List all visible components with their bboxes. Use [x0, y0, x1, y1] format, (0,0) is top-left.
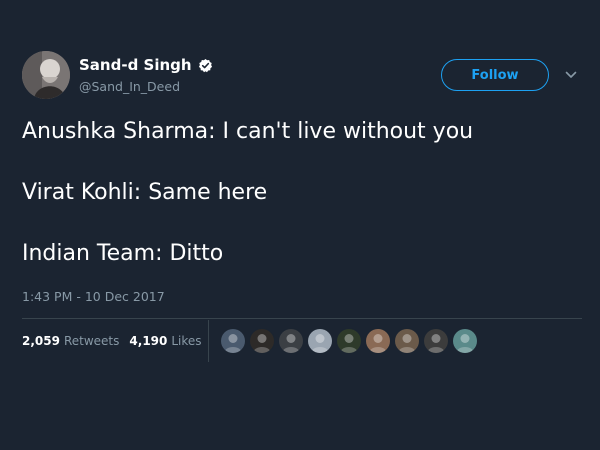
liker-avatar-4[interactable]	[307, 328, 333, 354]
tweet-line-1: Anushka Sharma: I can't live without you	[22, 119, 474, 144]
tweet-line-3: Indian Team: Ditto	[22, 241, 224, 266]
likes-count: 4,190	[129, 334, 168, 348]
follow-button[interactable]: Follow	[441, 59, 549, 91]
liker-avatar-9[interactable]	[452, 328, 478, 354]
retweets-count: 2,059	[22, 334, 60, 348]
retweets-label: Retweets	[63, 334, 120, 348]
liker-avatars	[220, 328, 481, 354]
tweet-timestamp[interactable]: 1:43 PM - 10 Dec 2017	[22, 288, 165, 306]
verified-badge-icon	[198, 58, 213, 73]
likes-label: Likes	[171, 334, 202, 348]
liker-avatar-5[interactable]	[336, 328, 362, 354]
tweet-card: Sand-d Singh @Sand_In_Deed Follow Anushk…	[0, 0, 600, 450]
tweet-text: Anushka Sharma: I can't live without you…	[22, 117, 582, 300]
chevron-down-icon[interactable]	[565, 70, 577, 80]
user-handle[interactable]: @Sand_In_Deed	[79, 78, 180, 96]
liker-avatar-8[interactable]	[423, 328, 449, 354]
liker-avatar-7[interactable]	[394, 328, 420, 354]
tweet-line-2: Virat Kohli: Same here	[22, 180, 268, 205]
avatar[interactable]	[22, 51, 70, 99]
retweets-stat[interactable]: 2,059 Retweets	[22, 332, 119, 350]
stats-vertical-divider	[208, 320, 209, 362]
display-name[interactable]: Sand-d Singh	[79, 55, 192, 75]
liker-avatar-3[interactable]	[278, 328, 304, 354]
liker-avatar-6[interactable]	[365, 328, 391, 354]
liker-avatar-1[interactable]	[220, 328, 246, 354]
tweet-stats: 2,059 Retweets 4,190 Likes	[22, 332, 212, 350]
likes-stat[interactable]: 4,190 Likes	[129, 332, 201, 350]
liker-avatar-2[interactable]	[249, 328, 275, 354]
stats-divider-line	[22, 318, 582, 319]
